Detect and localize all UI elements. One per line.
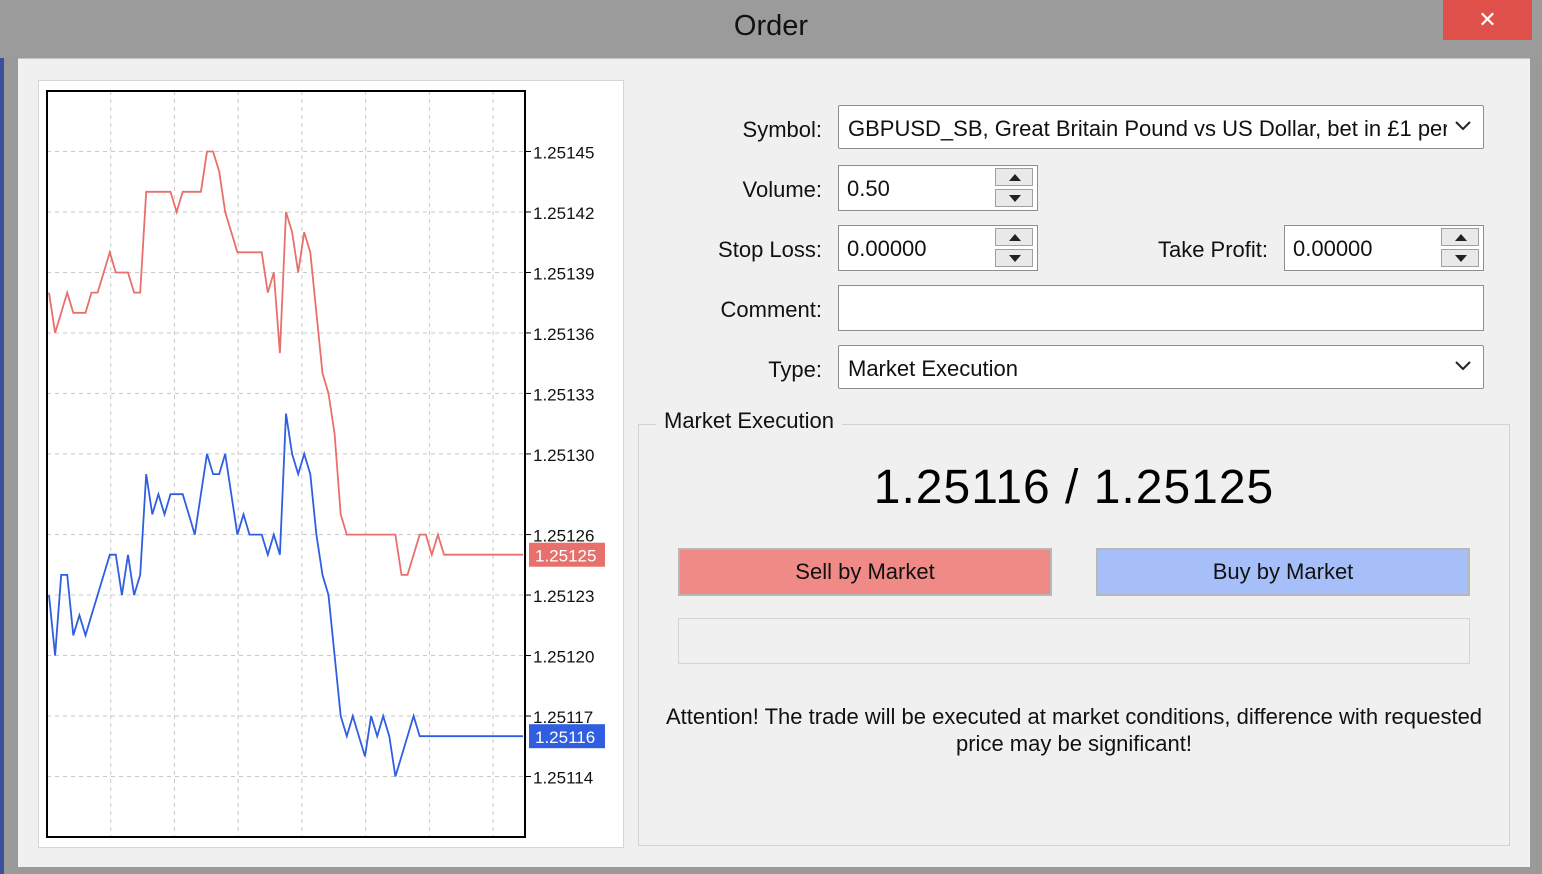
comment-input[interactable] (847, 294, 1475, 324)
bid-ask-quote: 1.25116 / 1.25125 (873, 461, 1275, 514)
arrow-down-icon (1009, 195, 1021, 202)
arrow-down-icon (1009, 255, 1021, 262)
y-tick-label: 1.25114 (533, 769, 593, 788)
volume-label: Volume: (742, 177, 823, 202)
y-tick-label: 1.25136 (533, 325, 594, 344)
ask-price-label: 1.25125 (535, 547, 596, 566)
take-profit-increase-button[interactable] (1441, 228, 1479, 246)
tick-chart: 1.25145 1.25142 1.25139 1.25136 1.25133 1.251… (38, 80, 624, 848)
y-tick-label: 1.25133 (533, 385, 594, 404)
stop-loss-increase-button[interactable] (995, 228, 1033, 246)
chevron-down-icon (1455, 121, 1471, 131)
type-select[interactable]: Market Execution (838, 345, 1484, 389)
symbol-label: Symbol: (742, 117, 822, 142)
arrow-down-icon (1455, 255, 1467, 262)
volume-stepper[interactable] (838, 165, 1038, 211)
y-tick-label: 1.25117 (533, 708, 593, 727)
stop-loss-spinner (995, 228, 1035, 268)
symbol-select[interactable]: GBPUSD_SB, Great Britain Pound vs US Dol… (838, 105, 1484, 149)
take-profit-decrease-button[interactable] (1441, 249, 1479, 267)
symbol-value: GBPUSD_SB, Great Britain Pound vs US Dol… (848, 116, 1447, 141)
stop-loss-stepper[interactable] (838, 225, 1038, 271)
stop-loss-decrease-button[interactable] (995, 249, 1033, 267)
y-tick-label: 1.25145 (533, 143, 594, 162)
arrow-up-icon (1009, 234, 1021, 241)
take-profit-spinner (1441, 228, 1481, 268)
execution-status-area (678, 618, 1470, 664)
tick-chart-svg: 1.25145 1.25142 1.25139 1.25136 1.25133 1.251… (46, 90, 605, 838)
background-window-edge (0, 0, 4, 874)
comment-field[interactable] (838, 285, 1484, 331)
sell-button-label: Sell by Market (795, 559, 935, 584)
bid-price-label: 1.25116 (535, 728, 595, 747)
take-profit-label: Take Profit: (1157, 237, 1268, 262)
type-label: Type: (768, 357, 822, 382)
attention-message: Attention! The trade will be executed at… (665, 704, 1483, 756)
stop-loss-label: Stop Loss: (718, 237, 822, 262)
y-tick-label: 1.25123 (533, 587, 594, 606)
window-title: Order (733, 10, 809, 42)
y-tick-label: 1.25130 (533, 446, 594, 465)
stop-loss-input[interactable] (845, 234, 989, 264)
buy-button-label: Buy by Market (1212, 559, 1354, 584)
sell-by-market-button[interactable]: Sell by Market (678, 548, 1052, 596)
take-profit-input[interactable] (1291, 234, 1435, 264)
volume-increase-button[interactable] (995, 168, 1033, 186)
volume-input[interactable] (845, 174, 989, 204)
close-button[interactable]: ✕ (1443, 0, 1532, 40)
buy-by-market-button[interactable]: Buy by Market (1096, 548, 1470, 596)
y-tick-label: 1.25126 (533, 527, 594, 546)
chevron-down-icon (1455, 361, 1471, 371)
y-tick-label: 1.25139 (533, 264, 594, 283)
close-icon: ✕ (1478, 7, 1497, 32)
ask-series-line (48, 150, 523, 576)
arrow-up-icon (1455, 234, 1467, 241)
take-profit-stepper[interactable] (1284, 225, 1484, 271)
comment-label: Comment: (720, 297, 822, 322)
market-execution-title: Market Execution (656, 408, 842, 434)
volume-spinner (995, 168, 1035, 208)
plot-frame (46, 90, 526, 838)
y-tick-label: 1.25120 (533, 648, 594, 667)
y-tick-label: 1.25142 (533, 204, 594, 223)
volume-decrease-button[interactable] (995, 189, 1033, 207)
arrow-up-icon (1009, 174, 1021, 181)
type-value: Market Execution (848, 356, 1018, 381)
title-bar[interactable]: Order (0, 0, 1542, 58)
